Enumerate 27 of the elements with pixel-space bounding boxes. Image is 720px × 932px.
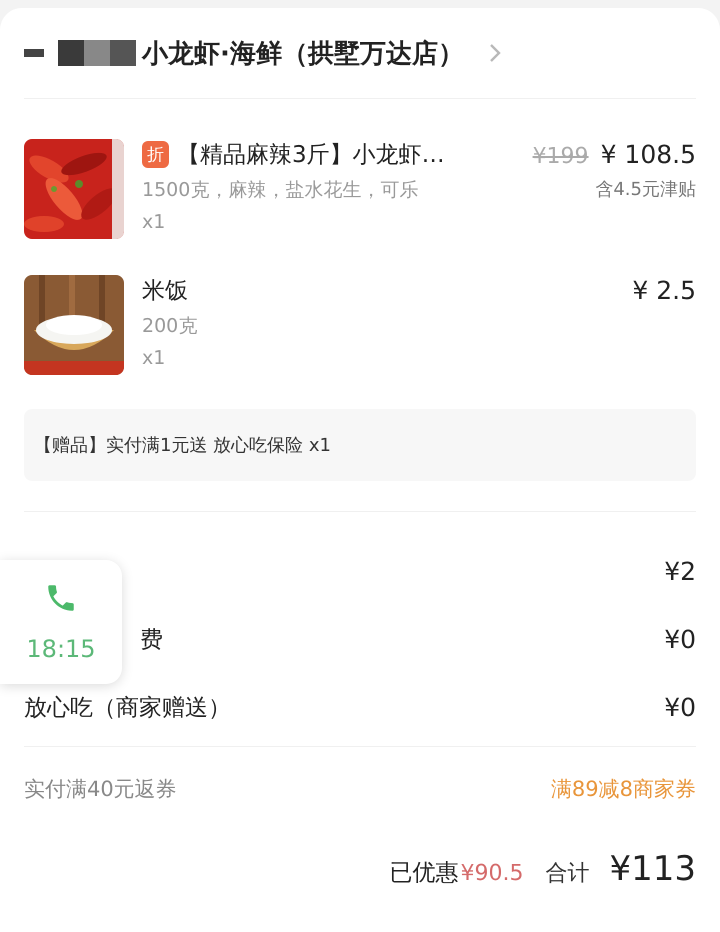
item-quantity: x1 (142, 211, 166, 233)
fee-amount: ¥0 (664, 624, 696, 654)
item-price: ¥ 2.5 (632, 276, 696, 304)
chevron-right-icon[interactable] (488, 42, 502, 64)
original-price: ¥199 (532, 144, 589, 168)
fee-amount: ¥0 (664, 692, 696, 722)
discount-amount: ¥90.5 (460, 861, 524, 886)
total-label: 合计 (545, 860, 590, 888)
call-widget[interactable]: 18:15 (0, 560, 122, 684)
fee-label: 放心吃（商家赠送） (24, 694, 231, 722)
store-name[interactable]: 小龙虾·海鲜（拱墅万达店） (142, 36, 464, 70)
discount-label: 已优惠 (389, 859, 458, 888)
discount-tag: 折 (142, 140, 169, 168)
gift-note: 【赠品】实付满1元送 放心吃保险 x1 (24, 409, 696, 481)
item-specs: 1500克，麻辣，盐水花生，可乐 (142, 178, 418, 203)
item-name: 【精品麻辣3斤】小龙虾… (177, 140, 445, 170)
total-amount: ¥113 (609, 849, 696, 889)
item-name: 米饭 (142, 276, 188, 306)
item-quantity: x1 (142, 347, 166, 369)
fee-amount: ¥2 (664, 556, 696, 586)
coupon-offer[interactable]: 满89减8商家券 (550, 775, 696, 803)
call-time: 18:15 (26, 635, 96, 663)
fee-label: 费 (140, 626, 163, 654)
coupon-rule: 实付满40元返券 (24, 776, 177, 803)
subsidy-note: 含4.5元津贴 (595, 178, 696, 202)
item-price: ¥ 108.5 (600, 140, 696, 168)
item-specs: 200克 (142, 314, 198, 339)
